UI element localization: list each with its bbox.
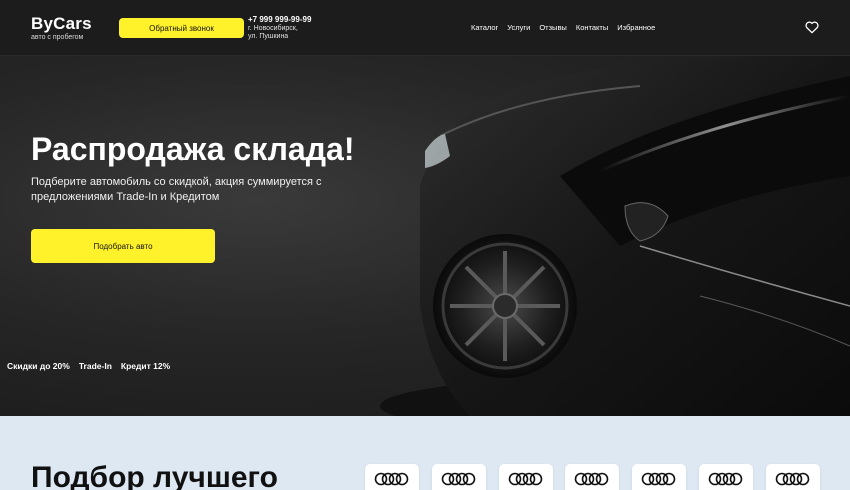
brand-card[interactable]: [431, 464, 486, 490]
nav-favorites[interactable]: Избранное: [617, 23, 655, 33]
hero-subtitle: Подберите автомобиль со скидкой, акция с…: [31, 176, 322, 203]
perks-list: Скидки до 20% Trade-In Кредит 12%: [7, 361, 170, 372]
logo-subtitle: авто с пробегом: [31, 34, 84, 41]
audi-logo: [374, 472, 409, 486]
audi-logo: [708, 472, 743, 486]
pick-car-button[interactable]: Подобрать авто: [31, 229, 215, 263]
brand-card[interactable]: [765, 464, 820, 490]
brand-card[interactable]: [365, 464, 419, 490]
nav-catalog[interactable]: Каталог: [471, 23, 498, 33]
main-nav: Каталог Услуги Отзывы Контакты Избранное: [471, 23, 655, 33]
hero-title: Распродажа склада!: [31, 131, 355, 167]
callback-button[interactable]: Обратный звонок: [119, 18, 244, 38]
brand-card[interactable]: [498, 464, 553, 490]
section-title: Подбор лучшего: [31, 461, 278, 490]
audi-logo: [575, 472, 609, 486]
logo[interactable]: ByCars авто с пробегом: [31, 14, 92, 42]
audi-logo: [775, 472, 810, 486]
nav-services[interactable]: Услуги: [507, 23, 530, 33]
heart-icon[interactable]: [804, 19, 820, 35]
hero-banner: Распродажа склада! Подберите автомобиль …: [0, 56, 850, 416]
audi-logo: [508, 472, 542, 486]
logo-title: ByCars: [31, 14, 92, 33]
brand-selection-section: Подбор лучшего: [0, 416, 850, 490]
phone-number[interactable]: +7 999 999-99-99: [248, 15, 311, 25]
brand-card[interactable]: [565, 464, 620, 490]
brand-card[interactable]: [699, 464, 753, 490]
address-line-1: г. Новосибирск,: [248, 25, 298, 32]
contact-info: +7 999 999-99-99 г. Новосибирск, ул. Пуш…: [248, 15, 311, 41]
audi-logo: [641, 472, 676, 486]
perk-discount: Скидки до 20%: [7, 361, 70, 371]
perk-credit: Кредит 12%: [120, 361, 171, 371]
nav-contacts[interactable]: Контакты: [576, 23, 608, 33]
perk-trade-in: Trade-In: [78, 361, 112, 371]
site-header: ByCars авто с пробегом Обратный звонок +…: [0, 0, 850, 56]
nav-reviews[interactable]: Отзывы: [539, 23, 566, 33]
brand-card[interactable]: [632, 464, 687, 490]
address-line-2: ул. Пушкина: [248, 33, 289, 40]
audi-logo: [441, 472, 476, 486]
